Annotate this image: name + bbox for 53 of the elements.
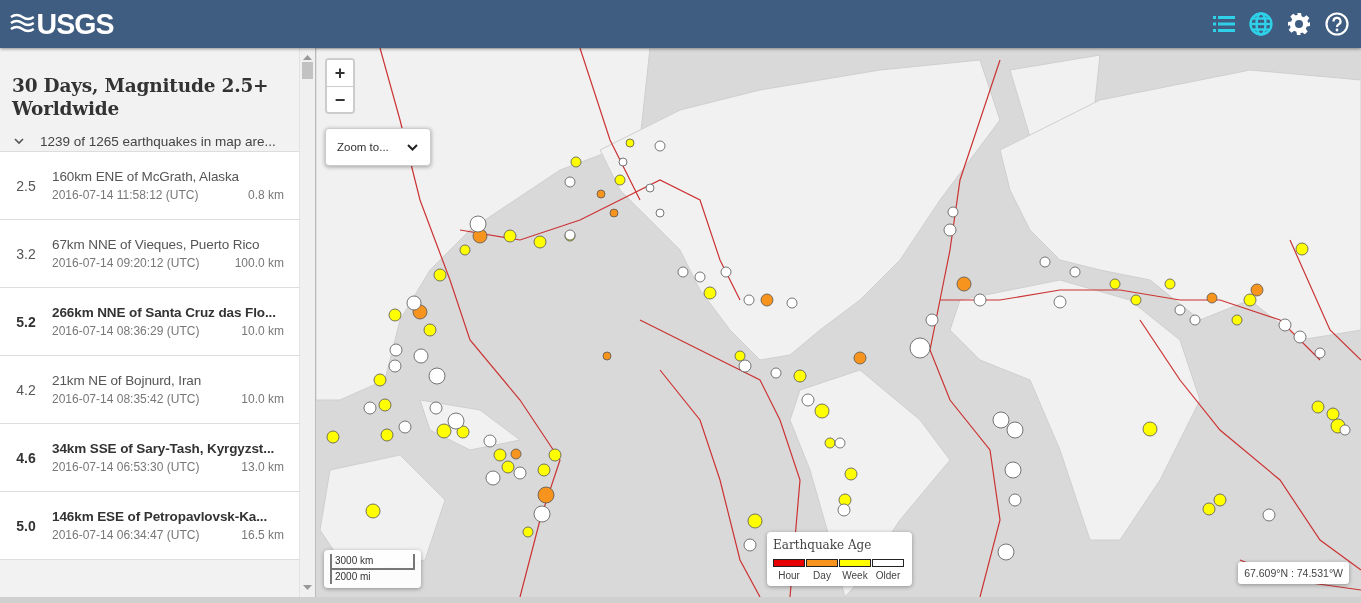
magnitude: 3.2 <box>15 245 37 262</box>
earthquake-list-item[interactable]: 2.5 160km ENE of McGrath, Alaska 2016-07-14 11:58:12 (UTC) 0.8 km <box>0 152 299 220</box>
help-icon[interactable] <box>1325 12 1349 36</box>
magnitude: 4.2 <box>15 381 37 398</box>
magnitude: 5.0 <box>15 517 37 534</box>
event-depth: 10.0 km <box>241 324 284 338</box>
zoom-to-dropdown[interactable]: Zoom to... <box>325 128 431 166</box>
cursor-coordinates: 67.609°N : 74.531°W <box>1238 562 1349 584</box>
event-time: 2016-07-14 08:35:42 (UTC) <box>52 392 200 406</box>
magnitude: 5.2 <box>15 313 37 330</box>
globe-icon[interactable] <box>1249 12 1273 36</box>
scroll-down-icon[interactable] <box>303 585 312 591</box>
list-icon[interactable] <box>1213 16 1235 32</box>
event-time: 2016-07-14 06:34:47 (UTC) <box>52 528 200 542</box>
place-name: 266km NNE of Santa Cruz das Flo... <box>52 305 277 320</box>
event-depth: 10.0 km <box>241 392 284 406</box>
world-map-drawing[interactable] <box>316 48 1361 597</box>
legend-label: Day <box>812 570 832 581</box>
earthquake-list-item[interactable]: 4.6 34km SSE of Sary-Tash, Kyrgyzst... 2016-07-14 06:53:30 (UTC) 13.0 km <box>0 424 299 492</box>
scroll-up-icon[interactable] <box>303 54 312 60</box>
settings-icon[interactable] <box>1287 12 1311 36</box>
earthquake-list-item[interactable]: 4.2 21km NE of Bojnurd, Iran 2016-07-14 08:35:42 (UTC) 10.0 km <box>0 356 299 424</box>
legend-title: Earthquake Age <box>773 538 873 552</box>
chevron-down-icon[interactable] <box>14 138 24 146</box>
event-depth: 0.8 km <box>248 188 284 202</box>
magnitude: 4.6 <box>15 449 37 466</box>
magnitude: 2.5 <box>15 177 37 194</box>
event-depth: 100.0 km <box>234 256 284 270</box>
legend-label: Hour <box>777 570 801 581</box>
feed-title: 30 Days, Magnitude 2.5+ Worldwide <box>12 74 270 121</box>
scale-bar: 3000 km 2000 mi <box>324 550 422 588</box>
earthquake-list-item[interactable]: 3.2 67km NNE of Vieques, Puerto Rico 2016-07-14 09:20:12 (UTC) 100.0 km <box>0 220 299 288</box>
event-time: 2016-07-14 06:53:30 (UTC) <box>52 460 200 474</box>
legend-label: Older <box>874 570 902 581</box>
zoom-out-button[interactable]: − <box>327 86 353 112</box>
event-depth: 16.5 km <box>241 528 284 542</box>
filter-summary[interactable]: 1239 of 1265 earthquakes in map are... <box>40 134 276 150</box>
logo-text: USGS <box>36 7 114 41</box>
event-time: 2016-07-14 08:36:29 (UTC) <box>52 324 200 338</box>
earthquake-list-item[interactable]: 5.0 146km ESE of Petropavlovsk-Ka... 2016-07-14 06:34:47 (UTC) 16.5 km <box>0 492 299 560</box>
place-name: 34km SSE of Sary-Tash, Kyrgyzst... <box>52 441 276 456</box>
scrollbar-thumb[interactable] <box>302 62 313 79</box>
event-depth: 13.0 km <box>241 460 284 474</box>
place-name: 146km ESE of Petropavlovsk-Ka... <box>52 509 269 524</box>
chevron-down-icon <box>407 143 418 151</box>
earthquake-list-item[interactable]: 5.2 266km NNE of Santa Cruz das Flo... 2016-07-14 08:36:29 (UTC) 10.0 km <box>0 288 299 356</box>
place-name: 67km NNE of Vieques, Puerto Rico <box>52 237 261 252</box>
legend-label: Week <box>841 570 869 581</box>
wave-logo-icon <box>10 13 35 35</box>
place-name: 160km ENE of McGrath, Alaska <box>52 169 241 184</box>
event-time: 2016-07-14 09:20:12 (UTC) <box>52 256 200 270</box>
event-time: 2016-07-14 11:58:12 (UTC) <box>52 188 199 202</box>
place-name: 21km NE of Bojnurd, Iran <box>52 373 203 388</box>
